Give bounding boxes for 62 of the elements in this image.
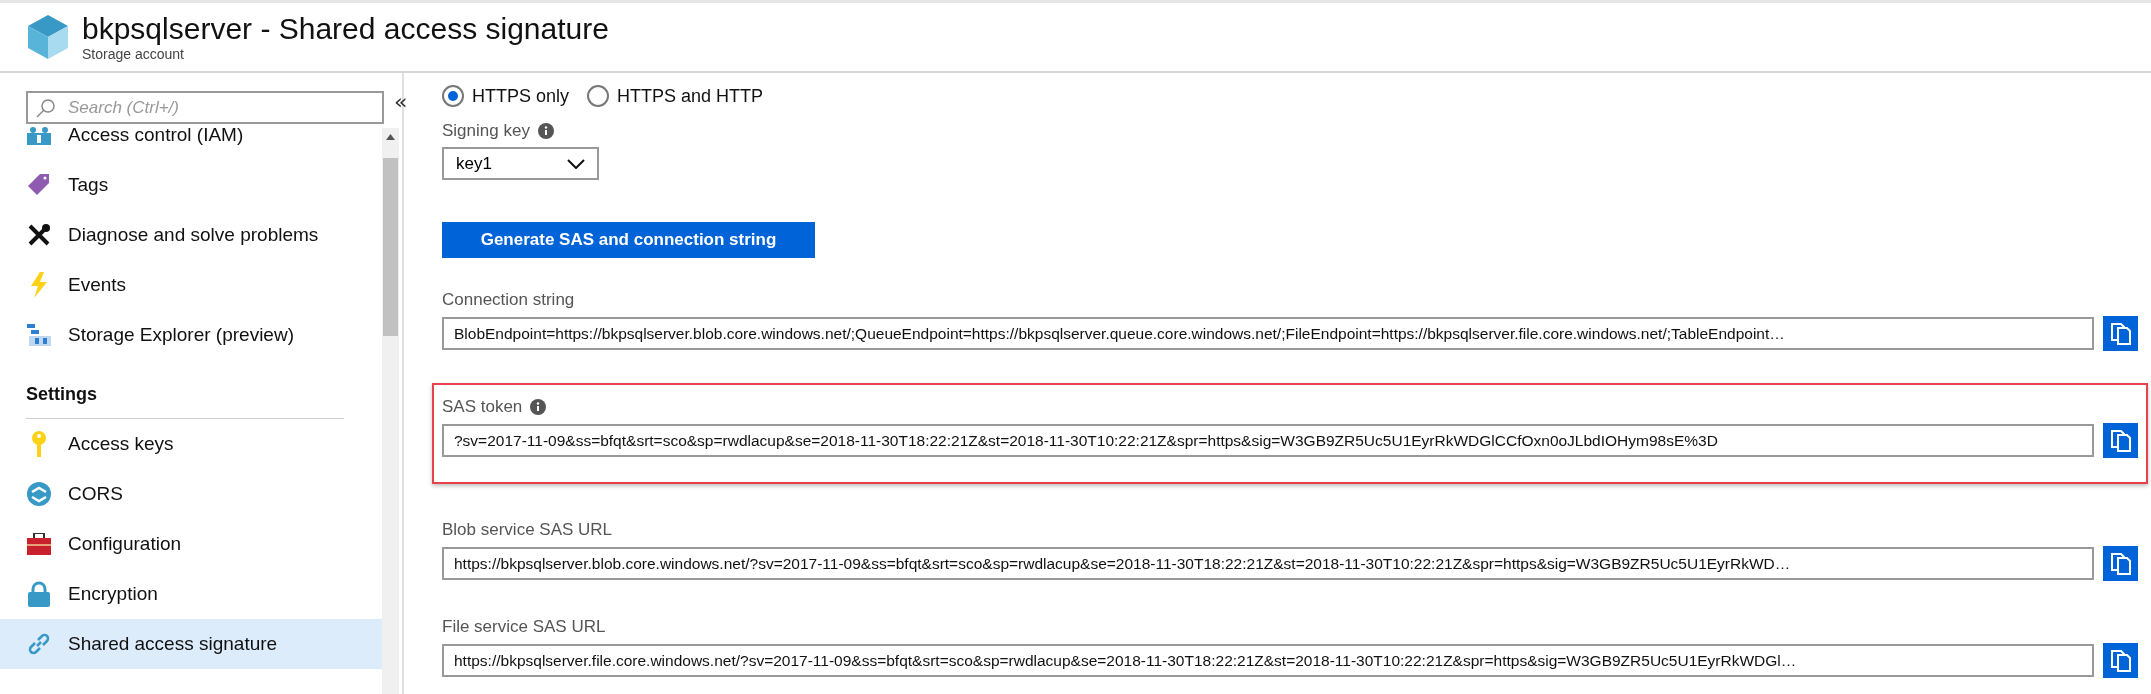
tag-icon [27,173,51,197]
copy-icon [2109,551,2132,576]
sidebar-item-label: Access control (IAM) [68,124,244,146]
output-field[interactable]: BlobEndpoint=https://bkpsqlserver.blob.core.windows.net/;QueueEndpoint=https://bkpsqlserver.queue.core.windows.net/;FileEndpoint=https://bkpsqlserver.file.core.windows.net/;TableEndpoint… [442,317,2094,350]
info-icon[interactable] [530,399,547,415]
field-label: Connection string [442,290,575,310]
sidebar-item-label: Diagnose and solve problems [68,224,319,246]
sidebar-item[interactable]: Access control (IAM) [0,124,382,160]
sidebar-item-label: Encryption [68,583,158,605]
lock-icon [28,581,50,607]
lightning-icon [29,272,49,298]
cube-icon [28,15,68,59]
grid-icon [27,324,51,346]
sidebar-item-label: Shared access signature [68,633,278,655]
sidebar-item-label: Storage Explorer (preview) [68,324,294,346]
info-icon[interactable] [537,123,554,139]
sidebar-item[interactable]: CORS [0,469,382,519]
sidebar-item-label: Tags [68,174,109,196]
radio-option[interactable]: HTTPS and HTTP [587,85,764,107]
sidebar-item[interactable]: Tags [0,160,382,210]
copy-button[interactable] [2103,316,2138,351]
tools-icon [27,223,51,247]
field-label: Signing key [442,121,530,141]
sidebar-item-label: Events [68,274,127,296]
page-title: bkpsqlserver - Shared access signature [82,12,609,46]
output-field[interactable]: https://bkpsqlserver.file.core.windows.net/?sv=2017-11-09&ss=bfqt&srt=sco&sp=rwdlacup&se=2018-11-30T18:22:21Z&st=2018-11-30T10:22:21Z&spr=https&sig=W3GB9ZR5Uc5U1EyrRkWDGl… [442,644,2094,677]
sidebar-item-label: CORS [68,483,123,505]
copy-button[interactable] [2103,423,2138,458]
search-field[interactable]: Search (Ctrl+/) [26,91,384,124]
section-heading: Settings [25,383,98,406]
sidebar-item[interactable]: Configuration [0,519,382,569]
radio-option[interactable]: HTTPS only [442,85,570,107]
scroll-up-icon[interactable] [386,134,395,140]
scrollbar[interactable] [382,128,399,694]
sidebar-item[interactable]: Storage Explorer (preview) [0,310,382,360]
output-field[interactable]: ?sv=2017-11-09&ss=bfqt&srt=sco&sp=rwdlacup&se=2018-11-30T18:22:21Z&st=2018-11-30T10:22:21Z&spr=https&sig=W3GB9ZR5Uc5U1EyrRkWDGlCCfOxn0oJLbdIOHym98sE%3D [442,424,2094,457]
copy-button[interactable] [2103,546,2138,581]
link-icon [27,632,51,656]
copy-icon [2109,428,2132,453]
collapse-button[interactable]: « [394,91,408,113]
people-icon [27,125,51,145]
field-label: Blob service SAS URL [442,520,613,540]
chevron-down-icon [567,158,585,169]
page-subtitle: Storage account [82,46,185,62]
output-field[interactable]: https://bkpsqlserver.blob.core.windows.net/?sv=2017-11-09&ss=bfqt&srt=sco&sp=rwdlacup&se=2018-11-30T18:22:21Z&st=2018-11-30T10:22:21Z&spr=https&sig=W3GB9ZR5Uc5U1EyrRkWD… [442,547,2094,580]
field-label: SAS token [442,397,523,417]
field-label: File service SAS URL [442,617,606,637]
sidebar-item-label: Access keys [68,433,174,455]
globe-icon [27,482,51,506]
copy-icon [2109,321,2132,346]
sidebar-item[interactable]: Encryption [0,569,382,619]
copy-button[interactable] [2103,643,2138,678]
sidebar-item[interactable]: Events [0,260,382,310]
toolbox-icon [27,533,51,555]
sidebar-item[interactable]: Access keys [0,419,382,469]
signing-key-dropdown[interactable]: key1 [442,147,599,180]
generate-button[interactable]: Generate SAS and connection string [442,222,815,258]
sidebar-item[interactable]: Shared access signature [0,619,382,669]
key-icon [31,431,47,457]
sidebar-item-label: Configuration [68,533,182,555]
sidebar-item[interactable]: Diagnose and solve problems [0,210,382,260]
copy-icon [2109,648,2132,673]
